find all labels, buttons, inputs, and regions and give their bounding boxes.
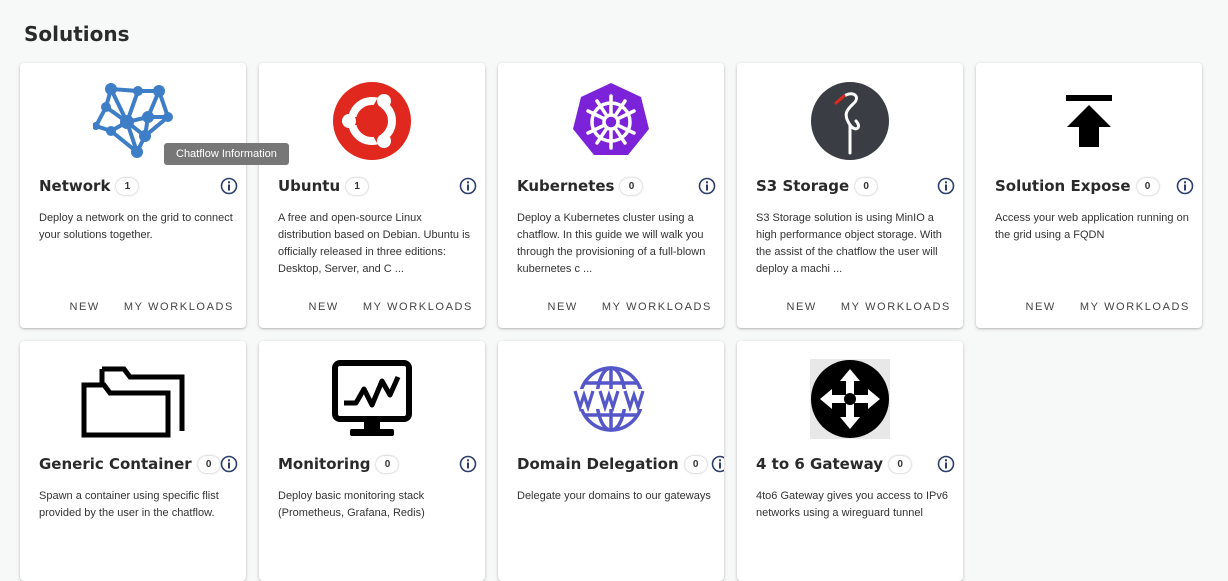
- my-workloads-button[interactable]: MY WORKLOADS: [841, 301, 951, 313]
- info-icon[interactable]: [711, 455, 724, 473]
- new-button[interactable]: NEW: [786, 301, 816, 313]
- solution-description: A free and open-source Linux distributio…: [278, 212, 471, 275]
- info-icon[interactable]: [459, 455, 477, 473]
- solution-description: Access your web application running on t…: [995, 212, 1189, 241]
- workload-count-badge: 0: [889, 455, 912, 473]
- my-workloads-button[interactable]: MY WORKLOADS: [124, 301, 234, 313]
- workload-count-badge: 0: [197, 455, 220, 473]
- minio-flamingo-icon: [810, 81, 890, 161]
- solution-card-generic-container[interactable]: Generic Container 0 Spawn a container us…: [20, 341, 246, 581]
- solution-card-kubernetes[interactable]: Kubernetes 0 Deploy a Kubernetes cluster…: [498, 63, 724, 328]
- solution-title: Generic Container: [39, 455, 192, 473]
- solution-title: Ubuntu: [278, 177, 341, 195]
- upload-arrow-icon: [1049, 81, 1129, 161]
- info-icon[interactable]: [220, 177, 238, 195]
- new-button[interactable]: NEW: [547, 301, 577, 313]
- ubuntu-logo-icon: [332, 81, 412, 161]
- solution-description: Delegate your domains to our gateways: [517, 490, 711, 502]
- my-workloads-button[interactable]: MY WORKLOADS: [1080, 301, 1190, 313]
- chatflow-info-tooltip: Chatflow Information: [164, 143, 289, 165]
- solution-card-domain-delegation[interactable]: Domain Delegation 0 Delegate your domain…: [498, 341, 724, 581]
- solution-title: S3 Storage: [756, 177, 850, 195]
- solution-description: Deploy a Kubernetes cluster using a chat…: [517, 212, 706, 275]
- solution-title: 4 to 6 Gateway: [756, 455, 884, 473]
- workload-count-badge: 0: [620, 177, 643, 195]
- workload-count-badge: 0: [855, 177, 878, 195]
- solution-card-solution-expose[interactable]: Solution Expose 0 Access your web applic…: [976, 63, 1202, 328]
- solution-description: 4to6 Gateway gives you access to IPv6 ne…: [756, 490, 948, 519]
- solution-title: Monitoring: [278, 455, 371, 473]
- workload-count-badge: 1: [346, 177, 369, 195]
- info-icon[interactable]: [698, 177, 716, 195]
- info-icon[interactable]: [937, 177, 955, 195]
- page-title: Solutions: [24, 22, 130, 46]
- solution-title: Kubernetes: [517, 177, 615, 195]
- solution-card-4-to-6-gateway[interactable]: 4 to 6 Gateway 0 4to6 Gateway gives you …: [737, 341, 963, 581]
- network-graph-icon: [93, 81, 173, 161]
- solution-description: Deploy basic monitoring stack (Prometheu…: [278, 490, 425, 519]
- solution-card-ubuntu[interactable]: Ubuntu 1 A free and open-source Linux di…: [259, 63, 485, 328]
- workload-count-badge: 0: [1136, 177, 1159, 195]
- www-globe-icon: [571, 359, 651, 439]
- solution-description: S3 Storage solution is using MinIO a hig…: [756, 212, 942, 275]
- my-workloads-button[interactable]: MY WORKLOADS: [602, 301, 712, 313]
- workload-count-badge: 0: [684, 455, 707, 473]
- new-button[interactable]: NEW: [1025, 301, 1055, 313]
- monitor-chart-icon: [332, 359, 412, 439]
- info-icon[interactable]: [459, 177, 477, 195]
- solution-description: Deploy a network on the grid to connect …: [39, 212, 233, 241]
- solution-title: Network: [39, 177, 111, 195]
- my-workloads-button[interactable]: MY WORKLOADS: [363, 301, 473, 313]
- solution-title: Domain Delegation: [517, 455, 679, 473]
- workload-count-badge: 0: [376, 455, 399, 473]
- new-button[interactable]: NEW: [69, 301, 99, 313]
- solution-card-monitoring[interactable]: Monitoring 0 Deploy basic monitoring sta…: [259, 341, 485, 581]
- folders-icon: [80, 359, 186, 439]
- solution-card-network[interactable]: Network 1 Deploy a network on the grid t…: [20, 63, 246, 328]
- gateway-arrows-icon: [810, 359, 890, 439]
- info-icon[interactable]: [937, 455, 955, 473]
- new-button[interactable]: NEW: [308, 301, 338, 313]
- workload-count-badge: 1: [116, 177, 139, 195]
- solution-description: Spawn a container using specific flist p…: [39, 490, 219, 519]
- kubernetes-helm-icon: [571, 81, 651, 161]
- solution-title: Solution Expose: [995, 177, 1131, 195]
- solution-card-s3-storage[interactable]: S3 Storage 0 S3 Storage solution is usin…: [737, 63, 963, 328]
- info-icon[interactable]: [220, 455, 238, 473]
- info-icon[interactable]: [1176, 177, 1194, 195]
